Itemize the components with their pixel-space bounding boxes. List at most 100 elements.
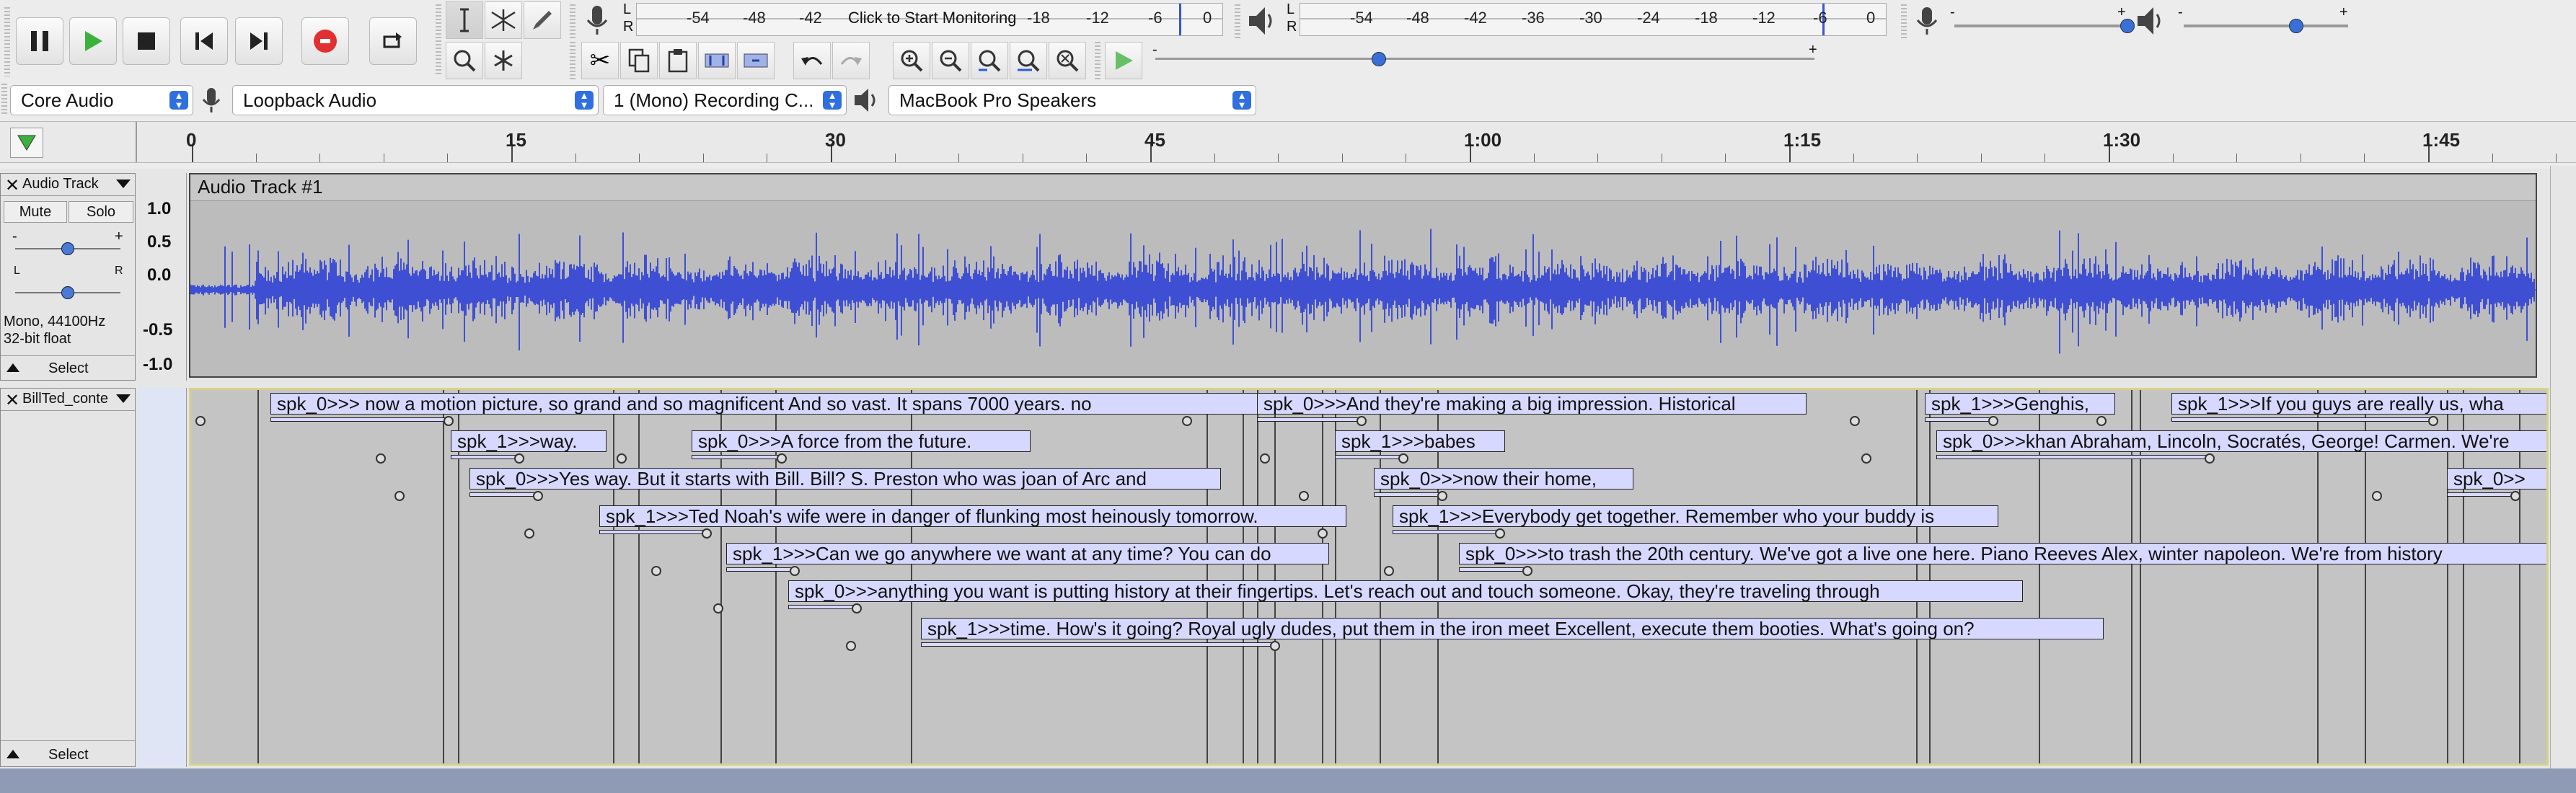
label-span-bar[interactable] xyxy=(1257,417,1364,422)
cut-button[interactable]: ✂ xyxy=(581,42,619,79)
skip-to-end-button[interactable] xyxy=(235,17,283,65)
label-end-handle[interactable] xyxy=(2205,453,2215,464)
playback-speed-thumb[interactable] xyxy=(1372,52,1386,66)
audio-host-select[interactable]: Core Audio ▲ ▼ xyxy=(10,85,193,115)
playback-volume-slider[interactable] xyxy=(2184,19,2348,33)
vertical-scroll-area[interactable] xyxy=(2550,166,2576,768)
label-text[interactable]: spk_0>>>A force from the future. xyxy=(692,430,1031,452)
label-span-bar[interactable] xyxy=(1335,455,1406,459)
label-end-handle[interactable] xyxy=(1437,491,1447,501)
playback-speed-slider[interactable] xyxy=(1155,52,1814,66)
label-text[interactable]: spk_1>>>babes xyxy=(1335,430,1505,452)
audio-clip[interactable]: Audio Track #1 xyxy=(189,173,2537,378)
label-track-menu-chevron-down-icon[interactable] xyxy=(115,391,132,409)
label-text[interactable]: spk_0>>>to trash the 20th century. We've… xyxy=(1459,543,2546,564)
label-start-handle[interactable] xyxy=(1260,453,1270,464)
label-track-select-button[interactable]: Select xyxy=(48,747,89,763)
label-text[interactable]: spk_1>>>way. xyxy=(451,430,606,452)
close-track-icon[interactable]: ✕ xyxy=(5,175,19,196)
label-end-handle[interactable] xyxy=(514,453,524,464)
label-start-handle[interactable] xyxy=(1850,416,1860,426)
label-span-bar[interactable] xyxy=(2447,492,2518,497)
speaker-icon[interactable] xyxy=(1246,4,1278,41)
label-end-handle[interactable] xyxy=(790,566,800,576)
close-label-track-icon[interactable]: ✕ xyxy=(5,390,19,411)
label-text[interactable]: spk_1>>>Can we go anywhere we want at an… xyxy=(726,543,1329,564)
draw-tool[interactable] xyxy=(524,1,561,39)
label-span-bar[interactable] xyxy=(2171,417,2435,422)
label-span-bar[interactable] xyxy=(599,530,709,534)
label-track-area[interactable]: spk_0>>> now a motion picture, so grand … xyxy=(189,388,2549,766)
label-start-handle[interactable] xyxy=(195,416,206,426)
playback-volume-thumb[interactable] xyxy=(2289,19,2303,33)
silence-button[interactable] xyxy=(737,42,775,79)
label-start-handle[interactable] xyxy=(524,528,534,539)
selection-tool[interactable] xyxy=(446,1,483,39)
solo-button[interactable]: Solo xyxy=(69,201,133,223)
label-end-handle[interactable] xyxy=(2510,491,2520,501)
record-meter-grip[interactable] xyxy=(570,4,575,39)
track-menu-chevron-down-icon[interactable] xyxy=(115,177,132,195)
playback-device-select[interactable]: MacBook Pro Speakers ▲ ▼ xyxy=(888,85,1256,115)
label-text[interactable]: spk_0>>>anything you want is putting his… xyxy=(788,580,2023,602)
transport-grip[interactable] xyxy=(4,7,10,76)
label-span-bar[interactable] xyxy=(1936,455,2212,459)
label-start-handle[interactable] xyxy=(394,491,405,501)
label-start-handle[interactable] xyxy=(1299,491,1309,501)
audio-track-name[interactable]: Audio Track xyxy=(22,176,99,192)
label-span-bar[interactable] xyxy=(1925,417,1995,422)
envelope-tool[interactable] xyxy=(485,1,522,39)
label-text[interactable]: spk_0>>>now their home, xyxy=(1374,468,1633,489)
gain-slider[interactable] xyxy=(15,242,120,255)
label-end-handle[interactable] xyxy=(777,453,787,464)
zoom-in-button[interactable] xyxy=(893,42,930,79)
label-text[interactable]: spk_0>>>Yes way. But it starts with Bill… xyxy=(469,468,1221,489)
label-span-bar[interactable] xyxy=(726,567,797,572)
zoom-toggle-button[interactable] xyxy=(1049,42,1086,79)
label-end-handle[interactable] xyxy=(2428,416,2438,426)
clip-title-bar[interactable]: Audio Track #1 xyxy=(190,174,2536,201)
zoom-tool[interactable] xyxy=(446,42,483,79)
trim-button[interactable] xyxy=(698,42,736,79)
label-end-handle[interactable] xyxy=(1988,416,1998,426)
mute-button[interactable]: Mute xyxy=(4,201,67,223)
play-meter-grip[interactable] xyxy=(1235,4,1240,39)
play-at-speed-button[interactable] xyxy=(1105,42,1142,79)
label-end-handle[interactable] xyxy=(852,603,862,613)
label-start-handle[interactable] xyxy=(846,641,856,651)
microphone-icon[interactable] xyxy=(583,4,612,41)
label-start-handle[interactable] xyxy=(713,603,723,613)
horizontal-scroll-area[interactable] xyxy=(0,768,2576,793)
label-start-handle[interactable] xyxy=(376,453,386,464)
label-text[interactable]: spk_0>>>And they're making a big impress… xyxy=(1257,393,1807,415)
recording-volume-slider[interactable] xyxy=(1954,19,2135,33)
gain-thumb[interactable] xyxy=(61,242,74,255)
label-span-bar[interactable] xyxy=(270,417,451,422)
label-start-handle[interactable] xyxy=(1861,453,1871,464)
label-start-handle[interactable] xyxy=(1182,416,1192,426)
label-text[interactable]: spk_1>>>Everybody get together. Remember… xyxy=(1393,505,1998,527)
label-end-handle[interactable] xyxy=(444,416,454,426)
label-start-handle[interactable] xyxy=(2096,416,2107,426)
pan-thumb[interactable] xyxy=(61,286,74,299)
label-end-handle[interactable] xyxy=(1522,566,1532,576)
label-span-bar[interactable] xyxy=(692,455,784,459)
tools-grip[interactable] xyxy=(436,4,441,76)
label-span-bar[interactable] xyxy=(1374,492,1444,497)
label-text[interactable]: spk_1>>>time. How's it going? Royal ugly… xyxy=(921,618,2104,639)
mixer-grip[interactable] xyxy=(1901,4,1907,39)
label-span-bar[interactable] xyxy=(451,455,521,459)
fit-project-button[interactable] xyxy=(1010,42,1047,79)
label-span-bar[interactable] xyxy=(1459,567,1530,572)
label-span-bar[interactable] xyxy=(921,642,1277,647)
label-text[interactable]: spk_1>>>Genghis, xyxy=(1925,393,2115,415)
device-grip[interactable] xyxy=(1,84,7,115)
zoom-out-button[interactable] xyxy=(932,42,969,79)
collapse-triangle-icon[interactable] xyxy=(5,362,21,377)
label-text[interactable]: spk_1>>>Ted Noah's wife were in danger o… xyxy=(599,505,1346,527)
label-text[interactable]: spk_1>>>If you guys are really us, wha xyxy=(2171,393,2546,415)
fit-selection-button[interactable] xyxy=(971,42,1008,79)
pan-slider[interactable] xyxy=(15,286,120,299)
play-at-speed-grip[interactable] xyxy=(1095,42,1100,79)
undo-button[interactable] xyxy=(793,42,831,79)
